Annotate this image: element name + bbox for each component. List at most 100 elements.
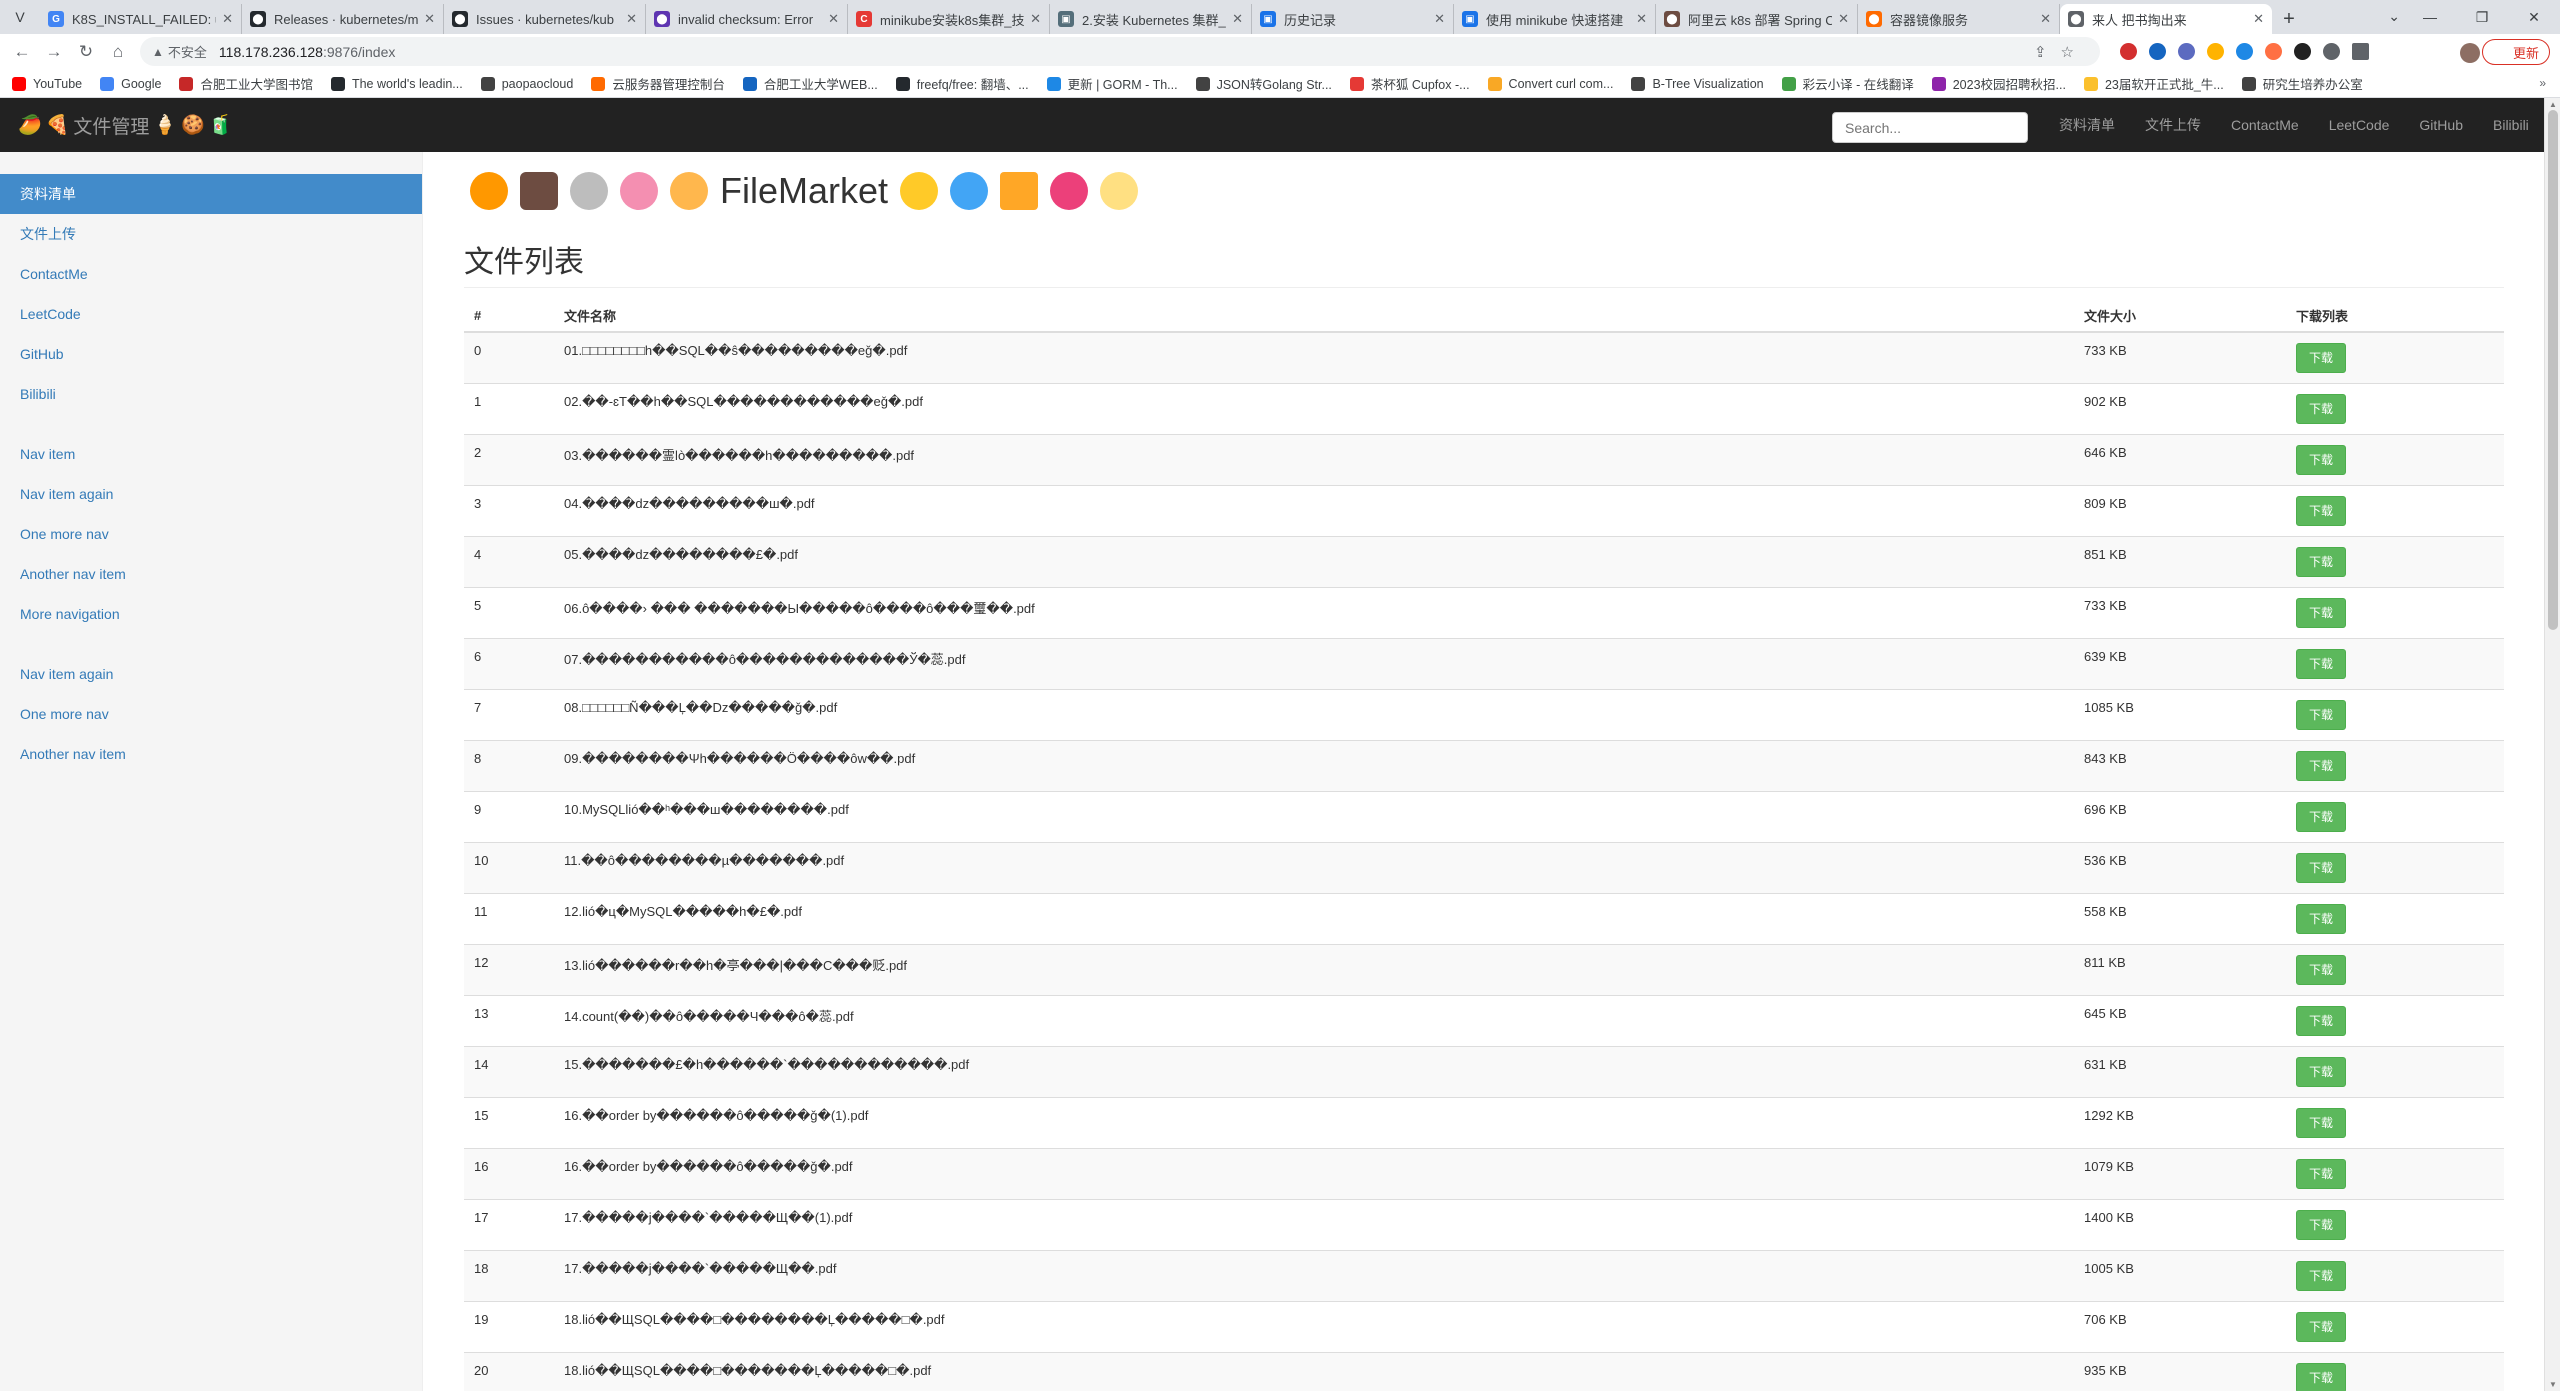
bookmark-item[interactable]: paopaocloud <box>480 76 573 91</box>
navbar-link[interactable]: 资料清单 <box>2044 115 2130 135</box>
download-button[interactable]: 下载 <box>2296 1362 2347 1391</box>
download-button[interactable]: 下载 <box>2296 801 2347 832</box>
browser-tab[interactable]: ⬤ 来人 把书掏出来 ✕ <box>2060 4 2272 34</box>
address-bar[interactable]: ▲ 不安全 118.178.236.128:9876/index ⇪☆ <box>140 37 2100 66</box>
download-button[interactable]: 下载 <box>2296 444 2347 475</box>
extension-shield-icon[interactable] <box>2178 43 2195 60</box>
extensions-puzzle-icon[interactable] <box>2323 43 2340 60</box>
tab-menu-icon[interactable]: V <box>0 0 40 34</box>
tab-close-icon[interactable]: ✕ <box>2040 11 2051 27</box>
sidebar-item[interactable]: 资料清单 <box>0 174 422 214</box>
reload-icon[interactable]: ↻ <box>70 42 102 62</box>
scrollbar-thumb[interactable] <box>2548 110 2558 630</box>
download-button[interactable]: 下载 <box>2296 343 2347 373</box>
scroll-up-icon[interactable]: ▲ <box>2549 100 2557 109</box>
tab-close-icon[interactable]: ✕ <box>1838 11 1849 27</box>
browser-tab[interactable]: ⬤ invalid checksum: Error ✕ <box>646 4 848 34</box>
bookmark-item[interactable]: freefq/free: 翻墙、... <box>895 74 1029 93</box>
download-button[interactable]: 下载 <box>2296 1056 2347 1087</box>
bookmark-item[interactable]: 茶杯狐 Cupfox -... <box>1349 74 1470 93</box>
navbar-link[interactable]: 文件上传 <box>2130 115 2216 135</box>
download-button[interactable]: 下载 <box>2296 546 2347 577</box>
browser-tab[interactable]: Cminikube安装k8s集群_技 ✕ <box>848 4 1050 34</box>
bookmark-item[interactable]: JSON转Golang Str... <box>1195 74 1332 93</box>
sidebar-item[interactable]: One more nav <box>0 694 422 734</box>
browser-tab[interactable]: ▣ 使用 minikube 快速搭建 ✕ <box>1454 4 1656 34</box>
close-window-icon[interactable]: ✕ <box>2508 9 2560 26</box>
bookmark-item[interactable]: 合肥工业大学WEB... <box>742 74 878 93</box>
browser-tab[interactable]: G K8S_INSTALL_FAILED: up ✕ <box>40 4 242 34</box>
tab-search-icon[interactable]: ⌄ <box>2388 8 2400 25</box>
download-button[interactable]: 下载 <box>2296 852 2347 883</box>
navbar-link[interactable]: ContactMe <box>2216 117 2314 133</box>
url-text[interactable]: 118.178.236.128:9876/index <box>219 44 395 60</box>
bookmarks-overflow-icon[interactable]: » <box>2539 76 2546 90</box>
download-button[interactable]: 下载 <box>2296 648 2347 679</box>
bookmark-item[interactable]: 彩云小译 - 在线翻译 <box>1781 74 1914 93</box>
sidebar-item[interactable]: One more nav <box>0 514 422 554</box>
download-button[interactable]: 下载 <box>2296 903 2347 934</box>
forward-icon[interactable]: → <box>38 42 70 62</box>
sidebar-item[interactable]: Nav item again <box>0 654 422 694</box>
bookmark-item[interactable]: YouTube <box>12 76 82 91</box>
tab-close-icon[interactable]: ✕ <box>828 11 839 27</box>
download-button[interactable]: 下载 <box>2296 1005 2347 1036</box>
sidebar-item[interactable]: Nav item <box>0 434 422 474</box>
tab-close-icon[interactable]: ✕ <box>1434 11 1445 27</box>
download-button[interactable]: 下载 <box>2296 597 2347 628</box>
extension-fox-icon[interactable] <box>2265 43 2282 60</box>
bookmark-item[interactable]: 更新 | GORM - Th... <box>1046 74 1178 93</box>
extension-opera-icon[interactable] <box>2120 43 2137 60</box>
profile-avatar[interactable] <box>2460 43 2480 63</box>
brand[interactable]: 🥭 🍕 文件管理 🍦 🍪 🧃 <box>0 112 232 139</box>
insecure-label[interactable]: 不安全 <box>168 42 207 61</box>
tab-close-icon[interactable]: ✕ <box>424 11 435 27</box>
new-tab-icon[interactable]: + <box>2272 4 2306 34</box>
tab-close-icon[interactable]: ✕ <box>626 11 637 27</box>
share-icon[interactable]: ⇪ <box>2034 44 2061 61</box>
navbar-search-input[interactable] <box>1832 112 2028 143</box>
extension-grid-icon[interactable] <box>2207 43 2224 60</box>
page-scrollbar[interactable]: ▲ ▼ <box>2544 98 2560 1391</box>
sidebar-item[interactable]: Bilibili <box>0 374 422 414</box>
bookmark-item[interactable]: Google <box>100 76 161 91</box>
sidebar-item[interactable]: Another nav item <box>0 554 422 594</box>
bookmark-item[interactable]: Convert curl com... <box>1487 76 1613 91</box>
scroll-down-icon[interactable]: ▼ <box>2549 1380 2557 1389</box>
tab-close-icon[interactable]: ✕ <box>222 11 233 27</box>
browser-tab[interactable]: ⬤ 阿里云 k8s 部署 Spring C ✕ <box>1656 4 1858 34</box>
sidebar-item[interactable]: More navigation <box>0 594 422 634</box>
bookmark-item[interactable]: 合肥工业大学图书馆 <box>179 74 313 93</box>
extension-v-icon[interactable] <box>2149 43 2166 60</box>
download-button[interactable]: 下载 <box>2296 1158 2347 1189</box>
side-panel-icon[interactable] <box>2352 43 2369 60</box>
bookmark-item[interactable]: 云服务器管理控制台 <box>591 74 725 93</box>
bookmark-item[interactable]: 研究生培养办公室 <box>2241 74 2363 93</box>
sidebar-item[interactable]: 文件上传 <box>0 214 422 254</box>
bookmark-item[interactable]: B-Tree Visualization <box>1631 76 1764 91</box>
navbar-link[interactable]: Bilibili <box>2478 117 2544 133</box>
download-button[interactable]: 下载 <box>2296 1311 2347 1342</box>
browser-tab[interactable]: ▣ 历史记录 ✕ <box>1252 4 1454 34</box>
download-button[interactable]: 下载 <box>2296 1209 2347 1240</box>
browser-tab[interactable]: ⬤ Releases · kubernetes/m ✕ <box>242 4 444 34</box>
update-button[interactable]: 更新 <box>2481 39 2550 65</box>
back-icon[interactable]: ← <box>6 42 38 62</box>
restore-icon[interactable]: ❐ <box>2456 9 2508 26</box>
download-button[interactable]: 下载 <box>2296 495 2347 526</box>
sidebar-item[interactable]: ContactMe <box>0 254 422 294</box>
navbar-link[interactable]: GitHub <box>2404 117 2478 133</box>
bookmark-item[interactable]: 23届软开正式批_牛... <box>2083 74 2224 93</box>
download-button[interactable]: 下载 <box>2296 393 2347 424</box>
browser-tab[interactable]: ▣ 2.安装 Kubernetes 集群_ ✕ <box>1050 4 1252 34</box>
sidebar-item[interactable]: GitHub <box>0 334 422 374</box>
tab-close-icon[interactable]: ✕ <box>1232 11 1243 27</box>
bookmark-star-icon[interactable]: ☆ <box>2061 44 2088 61</box>
browser-tab[interactable]: ⬤ Issues · kubernetes/kub ✕ <box>444 4 646 34</box>
download-button[interactable]: 下载 <box>2296 1260 2347 1291</box>
bookmark-item[interactable]: The world's leadin... <box>330 76 463 91</box>
tab-close-icon[interactable]: ✕ <box>1636 11 1647 27</box>
extension-translate-icon[interactable] <box>2236 43 2253 60</box>
home-icon[interactable]: ⌂ <box>102 42 134 62</box>
extension-circle-icon[interactable] <box>2294 43 2311 60</box>
